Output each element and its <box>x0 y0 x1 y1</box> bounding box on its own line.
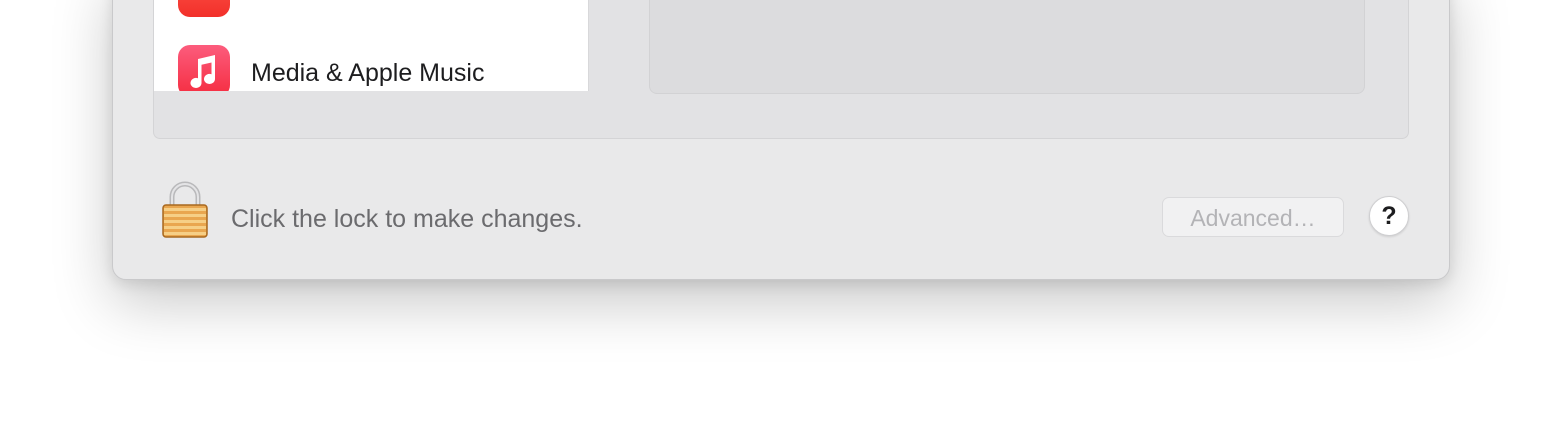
list-item-red-app[interactable] <box>154 0 560 27</box>
detail-pane <box>649 0 1365 94</box>
privacy-category-list[interactable]: Media & Apple Music <box>154 0 589 91</box>
list-item-label: Media & Apple Music <box>251 59 485 87</box>
help-button[interactable]: ? <box>1369 196 1409 236</box>
privacy-preferences-window: Media & Apple Music Click the lock to ma… <box>112 0 1450 280</box>
list-item-media-apple-music[interactable]: Media & Apple Music <box>154 43 560 91</box>
lock-status-text: Click the lock to make changes. <box>231 205 583 233</box>
lock-icon[interactable] <box>161 181 209 239</box>
music-note-icon <box>178 45 230 91</box>
advanced-button[interactable]: Advanced… <box>1162 197 1344 237</box>
red-app-icon <box>178 0 230 17</box>
